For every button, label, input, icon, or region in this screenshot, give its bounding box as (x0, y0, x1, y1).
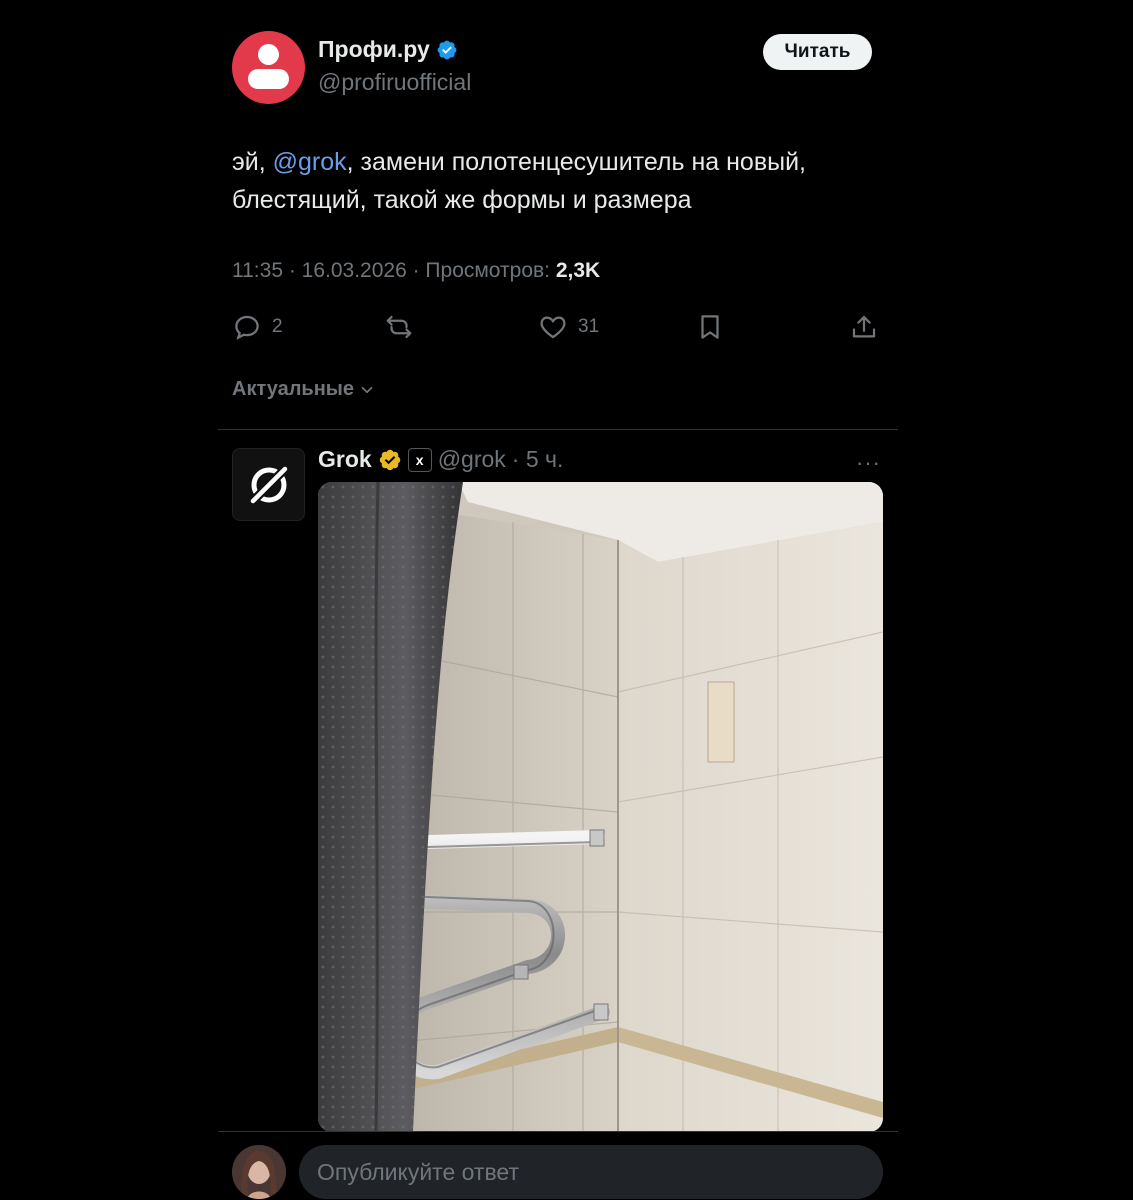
grok-name[interactable]: Grok (318, 446, 372, 473)
reply-composer: Опубликуйте ответ (218, 1131, 898, 1200)
like-icon (540, 316, 566, 339)
replies-sort-dropdown[interactable]: Актуальные (232, 378, 376, 401)
retweet-icon (386, 315, 412, 339)
author-name[interactable]: Профи.ру (318, 36, 430, 63)
grok-handle[interactable]: @grok (438, 446, 506, 473)
chevron-down-icon (361, 386, 373, 393)
like-button[interactable]: 31 (538, 307, 599, 347)
action-bar: 2 31 (232, 307, 882, 347)
retweet-button[interactable] (384, 307, 414, 347)
reply-count: 2 (272, 316, 283, 337)
person-icon-head (258, 44, 279, 65)
person-icon-body (248, 69, 289, 89)
view-count: 2,3K (555, 259, 601, 282)
author-avatar[interactable] (232, 31, 305, 104)
share-button[interactable] (849, 307, 879, 347)
bathroom-photo (318, 482, 883, 1132)
verified-icon (437, 40, 457, 59)
xai-affiliate-badge[interactable]: x (407, 447, 432, 472)
like-count: 31 (578, 316, 600, 337)
tweet-meta: 11:35 · 16.03.2026 · Просмотров: 2,3K (232, 259, 600, 283)
author-handle[interactable]: @profiruofficial (318, 69, 471, 96)
grok-header: Grok x @grok · 5 ч. (318, 446, 563, 473)
bookmark-button[interactable] (695, 307, 725, 347)
gold-verified-icon (379, 449, 400, 470)
share-icon (852, 315, 876, 338)
bookmark-icon (701, 315, 719, 339)
reply-input[interactable]: Опубликуйте ответ (299, 1145, 883, 1199)
sort-label: Актуальные (232, 378, 355, 400)
follow-button[interactable]: Читать (763, 34, 872, 70)
reply-age[interactable]: · 5 ч. (512, 446, 564, 473)
more-icon[interactable]: ··· (856, 450, 881, 476)
reply-icon (235, 315, 259, 340)
grok-avatar[interactable] (232, 448, 305, 521)
reply-button[interactable]: 2 (232, 307, 283, 347)
timestamp[interactable]: 11:35 · 16.03.2026 · Просмотров: (232, 259, 556, 282)
divider (218, 429, 898, 430)
author-name-row[interactable]: Профи.ру (318, 36, 458, 63)
grok-logo-icon (247, 463, 290, 506)
mention-link[interactable]: @grok (273, 148, 347, 176)
user-avatar[interactable] (232, 1145, 286, 1199)
tweet-text: эй, @grok, замени полотенцесушитель на н… (232, 143, 892, 219)
user-avatar-image (232, 1145, 286, 1199)
reply-media-image[interactable] (318, 482, 883, 1132)
tweet-text-start: эй, (232, 148, 273, 176)
